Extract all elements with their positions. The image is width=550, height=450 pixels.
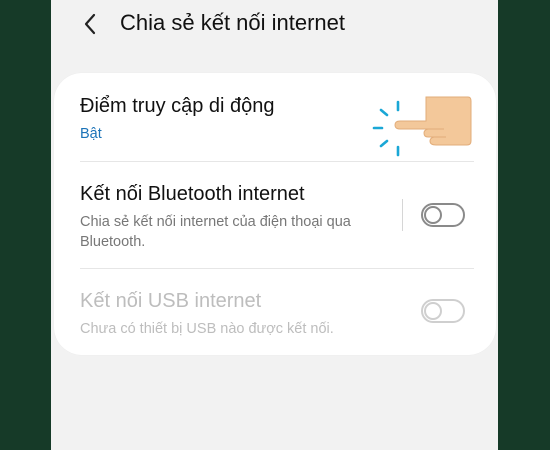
app-bar: Chia sẻ kết nối internet xyxy=(51,0,498,52)
toggle-knob xyxy=(424,206,442,224)
bluetooth-tethering-description: Chia sẻ kết nối internet của điện thoại … xyxy=(80,214,351,250)
toggle-knob xyxy=(424,302,442,320)
usb-tethering-toggle xyxy=(421,299,465,323)
usb-tethering-title: Kết nối USB internet xyxy=(80,290,262,312)
bluetooth-tethering-title: Kết nối Bluetooth internet xyxy=(80,183,305,205)
tap-hand-icon xyxy=(372,96,472,157)
mobile-hotspot-status: Bật xyxy=(80,126,102,142)
chevron-left-icon xyxy=(84,13,96,35)
setting-row-mobile-hotspot[interactable]: Điểm truy cập di động Bật xyxy=(54,73,496,161)
setting-row-bluetooth-tethering[interactable]: Kết nối Bluetooth internet Chia sẻ kết n… xyxy=(54,161,496,268)
back-button[interactable] xyxy=(75,8,105,40)
page-title: Chia sẻ kết nối internet xyxy=(120,10,346,35)
bluetooth-tethering-toggle[interactable] xyxy=(421,203,465,227)
settings-card: Điểm truy cập di động Bật Kết nối Blueto… xyxy=(54,73,496,355)
setting-row-usb-tethering: Kết nối USB internet Chưa có thiết bị US… xyxy=(54,268,496,355)
vertical-divider xyxy=(402,199,403,231)
mobile-hotspot-title: Điểm truy cập di động xyxy=(80,95,275,117)
phone-screen: Chia sẻ kết nối internet Điểm truy cập d… xyxy=(51,0,498,450)
usb-tethering-description: Chưa có thiết bị USB nào được kết nối. xyxy=(80,321,334,337)
